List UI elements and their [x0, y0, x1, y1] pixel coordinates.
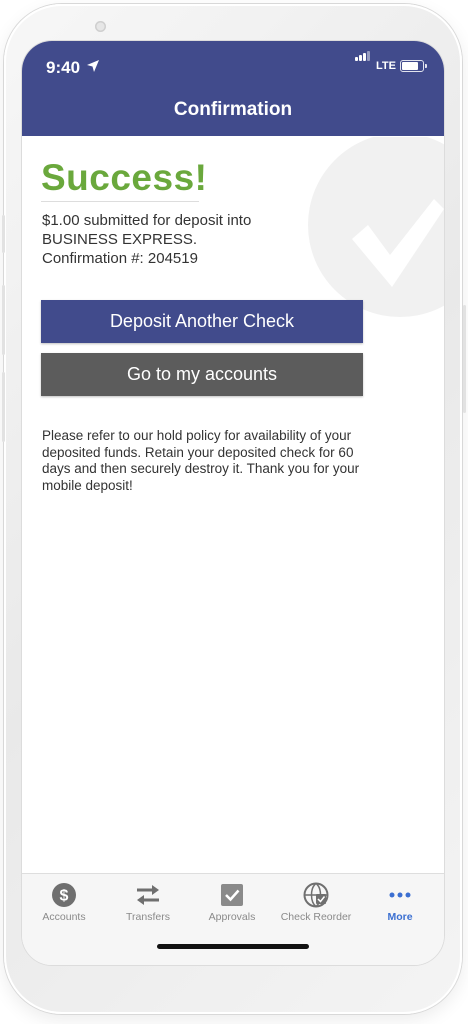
network-label: LTE [376, 60, 396, 72]
nav-header: 9:40 LTE Confirmation [22, 41, 444, 136]
location-arrow-icon [87, 60, 99, 72]
side-button-left-3 [2, 372, 5, 442]
tab-accounts[interactable]: $ Accounts [22, 874, 106, 932]
svg-text:$: $ [60, 888, 69, 905]
camera-dot [95, 21, 106, 32]
heading-divider [41, 201, 199, 202]
success-check-icon [308, 137, 444, 317]
page-title: Confirmation [173, 99, 293, 120]
battery-icon [400, 60, 424, 72]
tab-check-reorder-label: Check Reorder [280, 911, 352, 923]
globe-check-icon [303, 882, 329, 908]
message-amount: $1.00 submitted for deposit into [42, 212, 252, 229]
side-button-left-1 [2, 215, 5, 253]
deposit-another-check-button[interactable]: Deposit Another Check [41, 300, 363, 343]
side-button-right [463, 305, 466, 413]
more-dots-icon [389, 892, 411, 898]
confirmation-number: Confirmation #: 204519 [42, 250, 198, 267]
tab-bar: $ Accounts Transfers Approvals Check Reo… [22, 873, 444, 965]
tab-more-label: More [387, 911, 413, 923]
hold-policy-note: Please refer to our hold policy for avai… [42, 428, 360, 493]
tab-transfers-label: Transfers [126, 911, 170, 923]
tab-transfers[interactable]: Transfers [106, 874, 190, 932]
home-indicator[interactable] [157, 944, 309, 949]
success-heading: Success! [41, 157, 208, 198]
tab-more[interactable]: More [358, 874, 442, 932]
status-time: 9:40 [46, 58, 81, 77]
checkbox-icon [221, 884, 243, 906]
tab-check-reorder[interactable]: Check Reorder [274, 874, 358, 932]
app-screen: 9:40 LTE Confirmation Success! $1.00 sub… [22, 41, 444, 965]
tab-approvals-label: Approvals [208, 911, 256, 923]
tab-approvals[interactable]: Approvals [190, 874, 274, 932]
battery-tip [425, 64, 427, 68]
message-account: BUSINESS EXPRESS. [42, 231, 198, 248]
side-button-left-2 [2, 285, 5, 355]
confirmation-message: $1.00 submitted for deposit into BUSINES… [42, 211, 251, 268]
tab-accounts-label: Accounts [42, 911, 86, 923]
battery-fill [402, 62, 418, 70]
go-to-accounts-button[interactable]: Go to my accounts [41, 353, 363, 396]
transfer-arrows-icon [137, 885, 159, 905]
dollar-icon: $ [52, 883, 76, 907]
